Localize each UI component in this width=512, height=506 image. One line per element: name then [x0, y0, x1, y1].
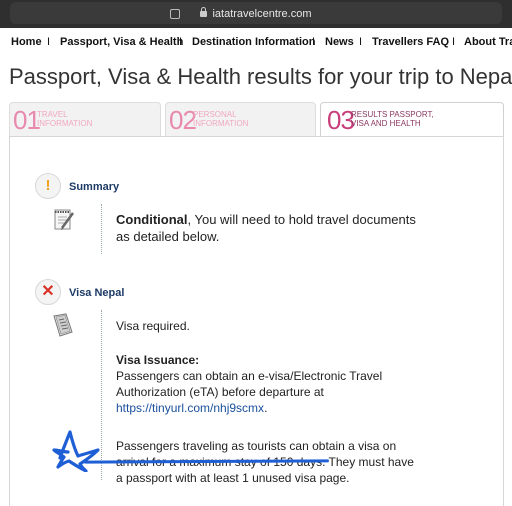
address-bar[interactable]: iatatravelcentre.com	[10, 2, 502, 24]
browser-toolbar: iatatravelcentre.com	[0, 0, 512, 28]
step-tab-personal-information[interactable]: 02 PERSONAL INFORMATION	[165, 102, 316, 136]
main-nav: Home I Passport, Visa & Health I Destina…	[0, 33, 512, 53]
step-number: 03	[327, 105, 355, 135]
step-label: PERSONAL INFORMATION	[193, 110, 249, 128]
step-label: TRAVEL INFORMATION	[37, 110, 93, 128]
nav-separator: I	[179, 36, 183, 48]
nav-about[interactable]: About Trav	[464, 36, 512, 48]
step-tab-results[interactable]: 03 RESULTS PASSPORT, VISA AND HEALTH	[320, 102, 504, 138]
url-text: iatatravelcentre.com	[212, 8, 312, 20]
summary-title: Summary	[69, 181, 120, 193]
nav-destination-information[interactable]: Destination Information	[192, 36, 315, 48]
url-display[interactable]: iatatravelcentre.com	[10, 7, 502, 20]
notepad-pencil-icon	[54, 209, 75, 230]
nav-news[interactable]: News	[325, 36, 354, 48]
step-number: 02	[169, 105, 197, 135]
summary-text: Conditional, You will need to hold trave…	[116, 212, 416, 244]
nav-separator: I	[47, 36, 51, 48]
conditional-label: Conditional	[116, 212, 188, 227]
visa-title: Visa Nepal	[69, 287, 125, 299]
error-icon: ✕	[35, 279, 61, 305]
nav-separator: I	[452, 36, 456, 48]
nav-passport-visa-health[interactable]: Passport, Visa & Health	[60, 36, 183, 48]
section-divider	[101, 204, 102, 254]
visa-issuance-block: Visa Issuance: Passengers can obtain an …	[116, 353, 383, 415]
page-title: Passport, Visa & Health results for your…	[9, 64, 512, 89]
visa-required-text: Visa required.	[116, 319, 190, 333]
star-annotation-icon	[52, 430, 100, 472]
visa-issuance-title: Visa Issuance:	[116, 353, 200, 367]
step-number: 01	[13, 105, 41, 135]
evisa-link[interactable]: https://tinyurl.com/nhj9scmx	[116, 401, 264, 415]
nav-separator: I	[312, 36, 316, 48]
lock-icon	[200, 7, 208, 17]
passport-icon	[53, 313, 73, 337]
nav-separator: I	[359, 36, 363, 48]
nav-home[interactable]: Home	[11, 36, 42, 48]
nav-travellers-faq[interactable]: Travellers FAQ	[372, 36, 449, 48]
step-tab-travel-information[interactable]: 01 TRAVEL INFORMATION	[9, 102, 161, 136]
step-label: RESULTS PASSPORT, VISA AND HEALTH	[351, 110, 434, 128]
warning-icon: !	[35, 173, 61, 199]
